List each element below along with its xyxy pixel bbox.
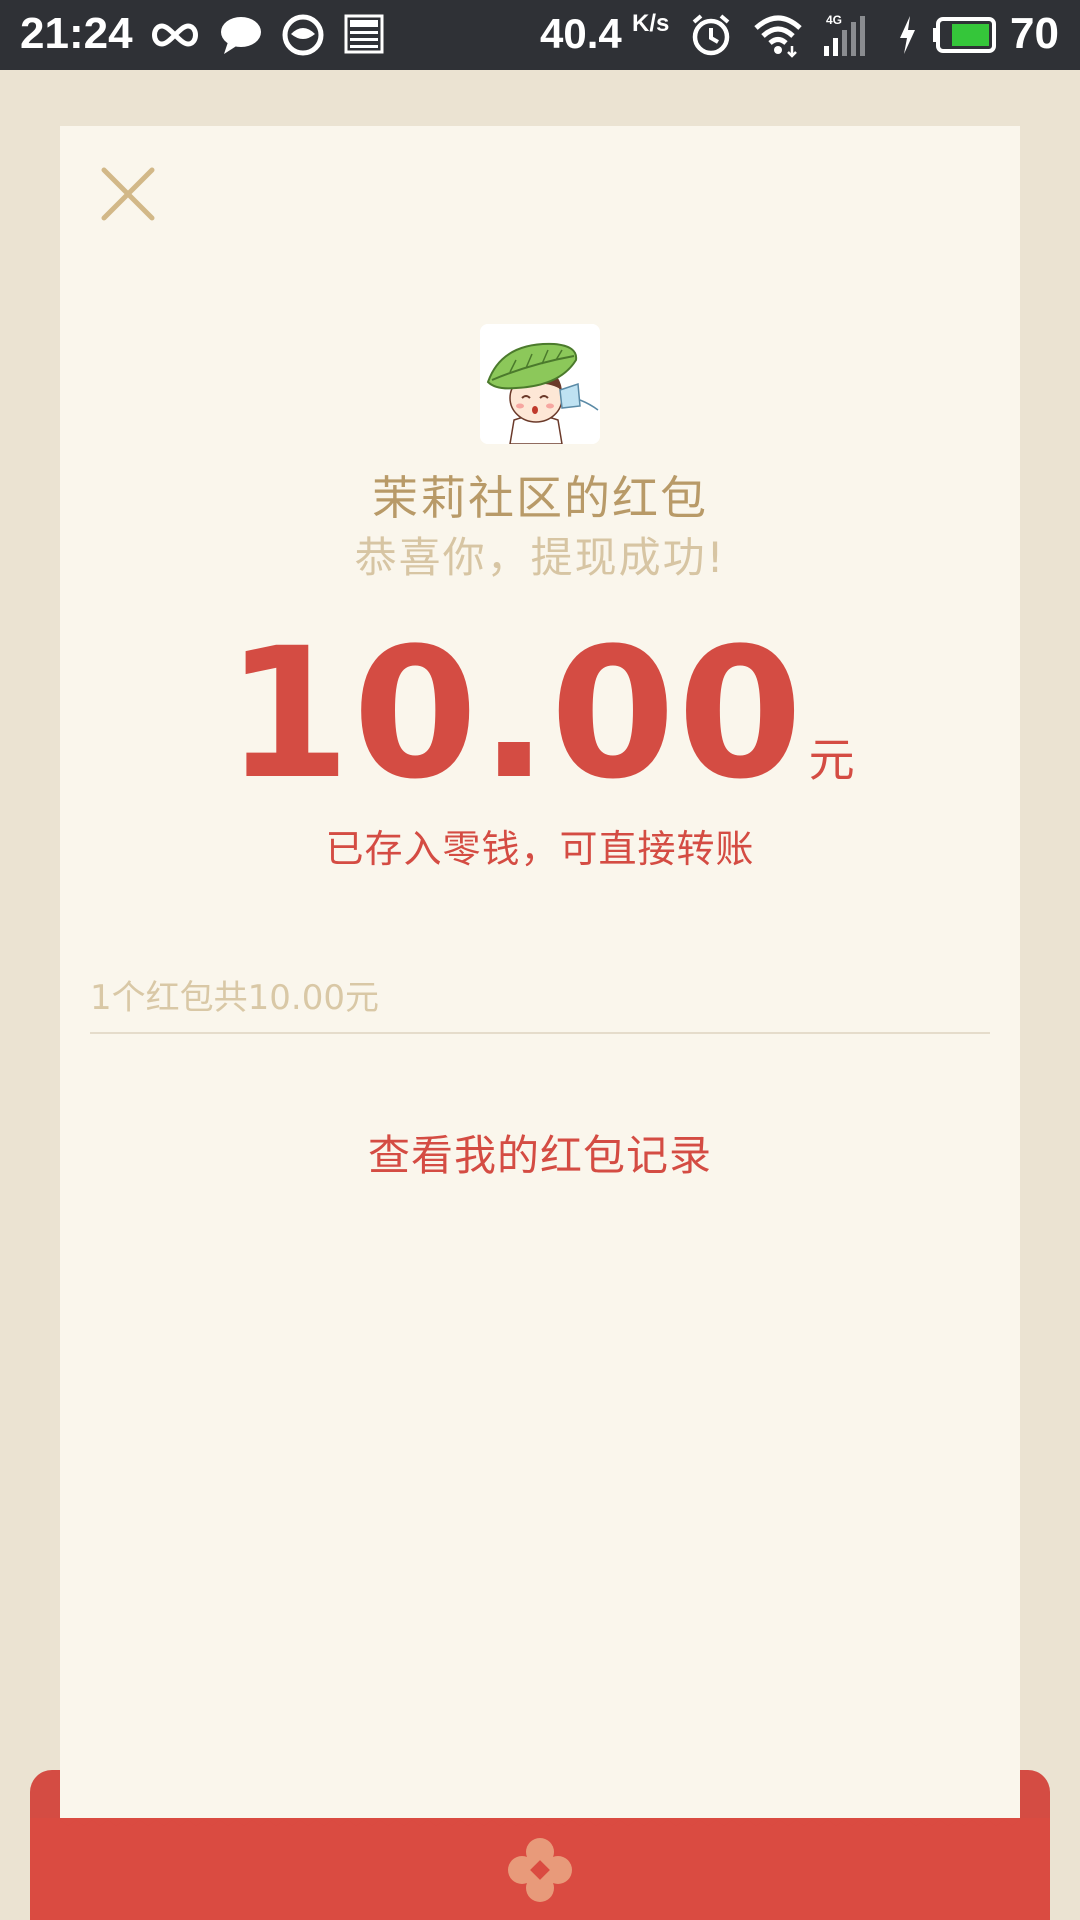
net-speed: 40.4 (540, 10, 622, 57)
envelope-zigzag-edge (60, 1820, 1020, 1830)
amount-unit: 元 (808, 733, 855, 787)
battery-percent: 70 (1010, 9, 1059, 58)
network-type-label: 4G (826, 13, 842, 27)
battery-icon (933, 17, 996, 53)
flower-emblem-icon (508, 1838, 572, 1902)
packet-title: 茉莉社区的红包 (372, 471, 708, 525)
divider (90, 1032, 990, 1034)
cartoon-avatar-icon (480, 324, 600, 444)
news-icon (344, 14, 384, 54)
sender-avatar (480, 324, 600, 444)
close-icon[interactable] (100, 166, 156, 222)
status-time: 21:24 (20, 9, 133, 58)
face-app-icon (282, 14, 324, 56)
wifi-icon (754, 15, 802, 58)
infinity-icon (152, 23, 198, 47)
deposit-note: 已存入零钱，可直接转账 (325, 827, 755, 871)
amount-display: 10.00元 (0, 610, 1080, 819)
success-message: 恭喜你，提现成功! (354, 533, 726, 582)
chat-bubble-icon (221, 17, 261, 54)
amount-value: 10.00 (225, 610, 805, 819)
net-speed-unit: K/s (632, 10, 670, 37)
view-records-link[interactable]: 查看我的红包记录 (0, 1122, 1080, 1183)
packet-summary: 1个红包共10.00元 (90, 978, 379, 1018)
status-bar: 21:24 40.4 K/s 4G 70 (0, 0, 1080, 70)
alarm-clock-icon (692, 14, 730, 56)
cell-signal-icon: 4G (824, 13, 865, 56)
charging-icon (900, 16, 915, 54)
